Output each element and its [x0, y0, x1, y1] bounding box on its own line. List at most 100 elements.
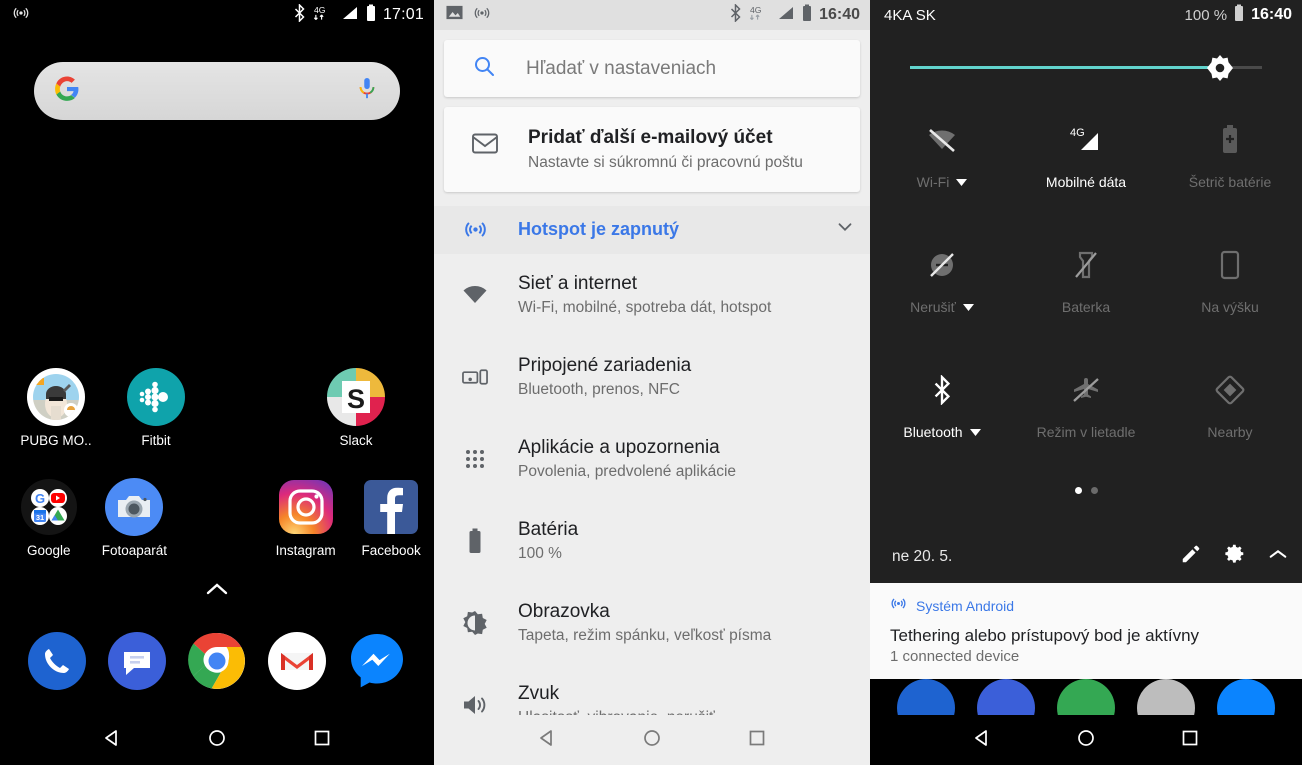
caret-down-icon: [962, 303, 974, 311]
qs-footer-bar: ne 20. 5.: [870, 530, 1302, 583]
chevron-down-icon[interactable]: [834, 216, 856, 243]
qs-tile-bluetooth[interactable]: Bluetooth: [870, 358, 1014, 483]
brightness-fill: [910, 66, 1220, 69]
qs-tile-nearby[interactable]: Nearby: [1158, 358, 1302, 483]
qs-tile-mobile-data[interactable]: 4G Mobilné dáta: [1014, 108, 1158, 233]
svg-text:4G: 4G: [750, 5, 762, 15]
recents-square-icon[interactable]: [312, 728, 332, 753]
hotspot-icon: [473, 4, 491, 27]
qs-tile-do-not-disturb[interactable]: Nerušiť: [870, 233, 1014, 358]
app-label: Slack: [339, 433, 373, 448]
caret-down-icon: [969, 428, 981, 436]
display-brightness-icon: [462, 610, 488, 636]
email-card-title: Pridať ďalší e-mailový účet: [528, 127, 773, 148]
settings-search-field[interactable]: Hľadať v nastaveniach: [444, 40, 860, 97]
battery-icon: [1234, 4, 1244, 27]
settings-row-connected-devices[interactable]: Pripojené zariadenia Bluetooth, prenos, …: [434, 336, 870, 418]
qs-navigation-bar: [870, 715, 1302, 765]
bluetooth-icon: [293, 2, 306, 27]
brightness-knob-icon[interactable]: [1206, 55, 1233, 86]
app-label: Facebook: [361, 543, 421, 558]
notification-card[interactable]: Systém Android Tethering alebo prístupov…: [870, 583, 1302, 679]
microphone-icon[interactable]: [356, 76, 378, 107]
page-dot[interactable]: [1090, 487, 1098, 494]
back-triangle-icon[interactable]: [537, 728, 557, 753]
qs-clock: 16:40: [1251, 6, 1292, 23]
home-navigation-bar: [0, 715, 434, 765]
row-subtitle: Bluetooth, prenos, NFC: [518, 380, 680, 398]
back-triangle-icon[interactable]: [972, 728, 992, 753]
row-subtitle: Wi-Fi, mobilné, spotreba dát, hotspot: [518, 298, 772, 316]
qs-tile-wifi[interactable]: Wi-Fi: [870, 108, 1014, 233]
app-row-2: G 31 Google Fotoaparát Instagram Faceboo…: [0, 478, 434, 586]
gmail-icon[interactable]: [268, 632, 326, 690]
qs-tile-row-3: Bluetooth Režim v lietadle Nearby: [870, 358, 1302, 483]
tile-text: Šetrič batérie: [1188, 174, 1272, 190]
app-label: Google: [27, 543, 71, 558]
home-clock: 17:01: [382, 6, 424, 23]
notification-header: Systém Android: [890, 595, 1286, 617]
empty-grid-slot: [216, 368, 296, 476]
home-screen-panel: 4G 17:01 PUBG MO.. Fitbit S Slack G 31 G…: [0, 0, 434, 765]
search-icon: [472, 54, 496, 83]
qs-page-indicator: [870, 487, 1302, 494]
settings-row-hotspot[interactable]: Hotspot je zapnutý: [434, 205, 870, 254]
search-placeholder: Hľadať v nastaveniach: [526, 57, 717, 79]
messenger-icon[interactable]: [348, 632, 406, 690]
settings-status-bar: 4G 16:40: [434, 0, 870, 30]
svg-text:4G: 4G: [1070, 127, 1085, 139]
tile-text: Nerušiť: [910, 299, 956, 315]
svg-text:S: S: [347, 384, 365, 414]
home-circle-icon[interactable]: [642, 728, 662, 753]
add-email-account-card[interactable]: Pridať ďalší e-mailový účet Nastavte si …: [444, 107, 860, 192]
settings-row-battery[interactable]: Batéria 100 %: [434, 500, 870, 582]
4g-data-icon: 4G: [313, 4, 334, 27]
qs-tile-flashlight[interactable]: Baterka: [1014, 233, 1158, 358]
hotspot-row-label: Hotspot je zapnutý: [518, 218, 679, 239]
app-icon-facebook[interactable]: Facebook: [358, 478, 424, 586]
hotspot-icon: [12, 4, 30, 27]
three-phone-screenshots: 4G 17:01 PUBG MO.. Fitbit S Slack G 31 G…: [0, 0, 1302, 765]
app-icon-pubg[interactable]: PUBG MO..: [16, 368, 96, 476]
back-triangle-icon[interactable]: [102, 728, 122, 753]
home-status-bar: 4G 17:01: [0, 0, 434, 30]
settings-row-apps[interactable]: Aplikácie a upozornenia Povolenia, predv…: [434, 418, 870, 500]
qs-tile-battery-saver[interactable]: Šetrič batérie: [1158, 108, 1302, 233]
hotspot-icon: [890, 595, 907, 617]
app-label: Instagram: [275, 543, 336, 558]
row-title: Batéria: [518, 519, 579, 541]
qs-tile-airplane-mode[interactable]: Režim v lietadle: [1014, 358, 1158, 483]
google-search-bar[interactable]: [34, 62, 400, 120]
app-icon-camera[interactable]: Fotoaparát: [102, 478, 168, 586]
edit-pencil-icon[interactable]: [1180, 543, 1202, 570]
app-drawer-arrow[interactable]: [0, 582, 434, 601]
qs-tile-label: Nerušiť: [910, 299, 974, 315]
chrome-icon[interactable]: [188, 632, 246, 690]
tile-text: Mobilné dáta: [1045, 174, 1127, 190]
phone-icon[interactable]: [28, 632, 86, 690]
app-icon-slack[interactable]: S Slack: [316, 368, 396, 476]
connected-devices-icon: [462, 367, 488, 387]
instagram-icon: [277, 478, 335, 536]
home-circle-icon[interactable]: [207, 728, 227, 753]
messages-icon[interactable]: [108, 632, 166, 690]
app-icon-instagram[interactable]: Instagram: [273, 478, 339, 586]
bluetooth-icon: [729, 2, 742, 27]
home-circle-icon[interactable]: [1076, 728, 1096, 753]
tile-text: Na výšku: [1201, 299, 1259, 315]
qs-tile-rotation[interactable]: Na výšku: [1158, 233, 1302, 358]
recents-square-icon[interactable]: [1180, 728, 1200, 753]
page-dot-active[interactable]: [1074, 487, 1082, 494]
settings-row-display[interactable]: Obrazovka Tapeta, režim spánku, veľkosť …: [434, 582, 870, 664]
app-icon-fitbit[interactable]: Fitbit: [116, 368, 196, 476]
4g-signal-icon: 4G: [1066, 124, 1106, 156]
quick-settings-tiles: Wi-Fi 4G Mobilné dáta Šetrič batérie Ner…: [870, 108, 1302, 483]
qs-tile-label: Mobilné dáta: [1046, 174, 1126, 190]
do-not-disturb-icon: [927, 249, 957, 281]
recents-square-icon[interactable]: [747, 728, 767, 753]
chevron-up-icon[interactable]: [1268, 547, 1288, 566]
brightness-slider[interactable]: [910, 55, 1262, 81]
app-folder-google[interactable]: G 31 Google: [16, 478, 82, 586]
settings-row-network[interactable]: Sieť a internet Wi-Fi, mobilné, spotreba…: [434, 254, 870, 336]
gear-icon[interactable]: [1224, 543, 1246, 570]
